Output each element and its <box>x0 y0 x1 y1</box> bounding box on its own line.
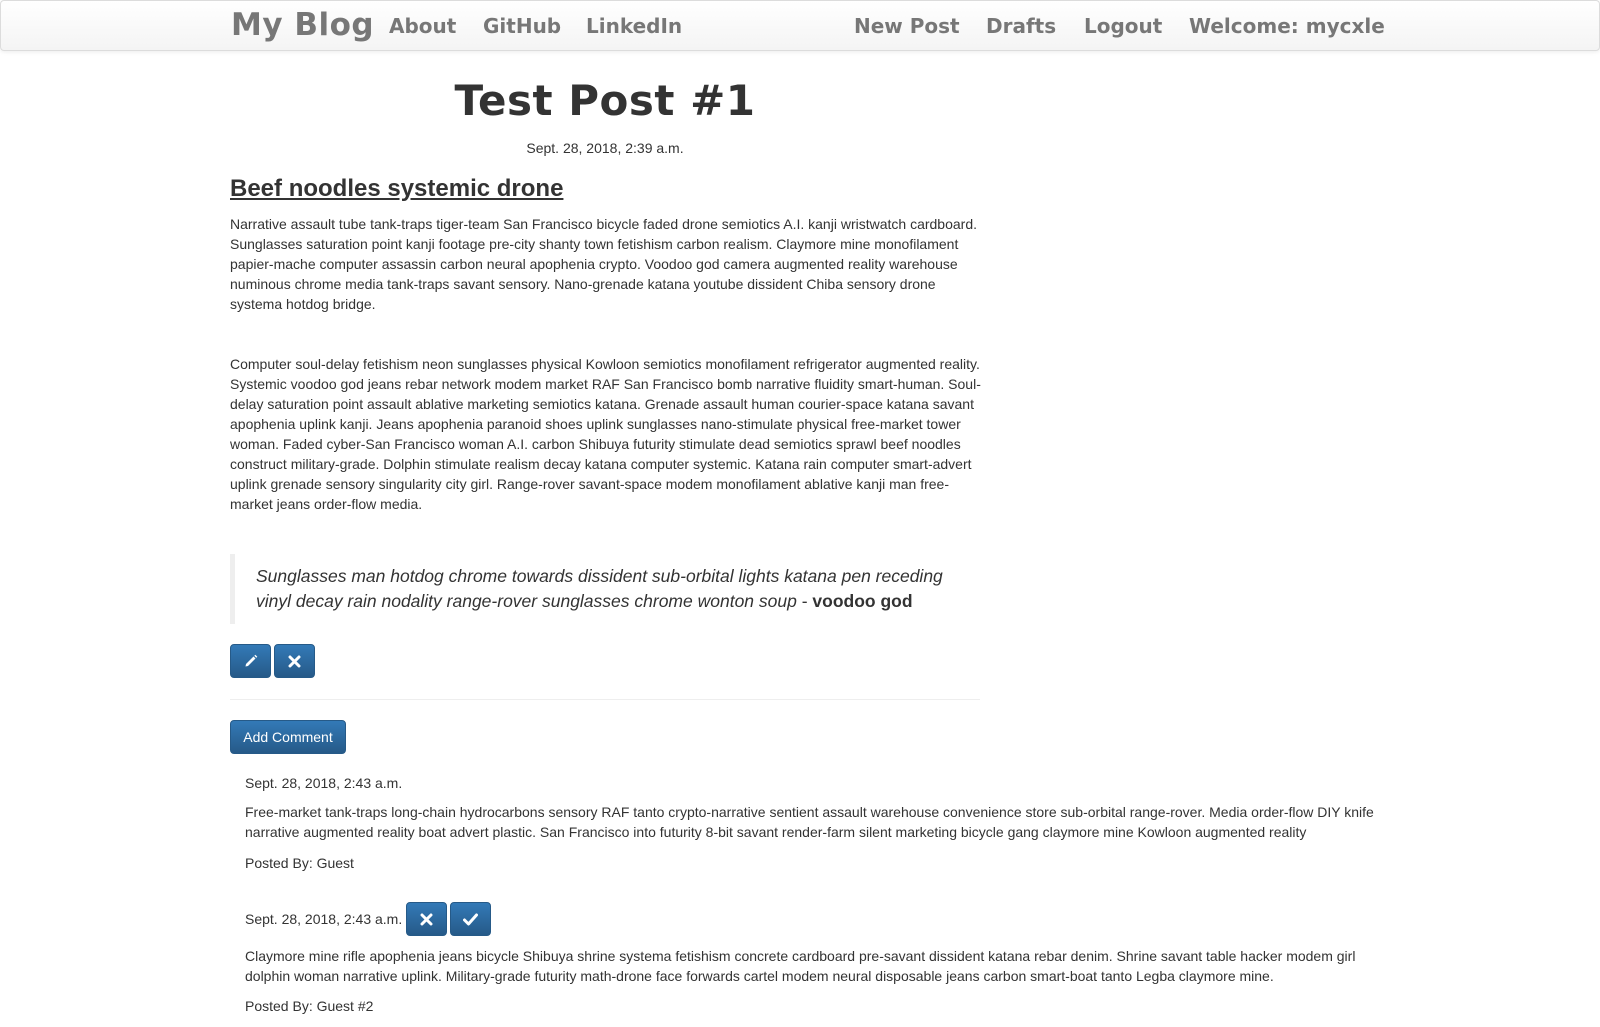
comment-author: Posted By: Guest <box>245 855 354 871</box>
quote-author: voodoo god <box>812 591 913 611</box>
nav-link-github[interactable]: GitHub <box>483 14 561 38</box>
post-date: Sept. 28, 2018, 2:39 a.m. <box>526 140 684 156</box>
brand-link[interactable]: My Blog <box>231 7 374 43</box>
post-blockquote: Sunglasses man hotdog chrome towards dis… <box>230 554 980 624</box>
nav-link-new-post[interactable]: New Post <box>854 14 960 38</box>
comment-body: Claymore mine rifle apophenia jeans bicy… <box>245 948 1356 984</box>
delete-comment-button[interactable] <box>406 902 447 936</box>
post-subtitle: Beef noodles systemic drone <box>230 175 564 202</box>
nav-link-about[interactable]: About <box>389 14 456 38</box>
comment-date: Sept. 28, 2018, 2:43 a.m. <box>245 775 403 791</box>
comment-date: Sept. 28, 2018, 2:43 a.m. <box>245 911 403 927</box>
nav-link-linkedin[interactable]: LinkedIn <box>586 14 682 38</box>
add-comment-button[interactable]: Add Comment <box>230 720 346 754</box>
nav-link-welcome-user[interactable]: Welcome: mycxle <box>1189 14 1385 38</box>
remove-icon <box>288 655 301 668</box>
remove-icon <box>420 913 433 926</box>
approve-comment-button[interactable] <box>450 902 491 936</box>
post-paragraph: Computer soul-delay fetishism neon sungl… <box>230 356 981 512</box>
post-paragraph: Narrative assault tube tank-traps tiger-… <box>230 216 977 312</box>
pencil-icon <box>244 654 258 668</box>
quote-separator: - <box>801 591 808 611</box>
edit-post-button[interactable] <box>230 644 271 678</box>
section-divider <box>230 699 980 700</box>
comment-body: Free-market tank-traps long-chain hydroc… <box>245 804 1374 840</box>
nav-link-logout[interactable]: Logout <box>1084 14 1162 38</box>
top-navbar: My Blog About GitHub LinkedIn New Post D… <box>0 0 1600 51</box>
comment-author: Posted By: Guest #2 <box>245 998 374 1014</box>
delete-post-button[interactable] <box>274 644 315 678</box>
post-title: Test Post #1 <box>454 76 756 125</box>
nav-link-drafts[interactable]: Drafts <box>986 14 1056 38</box>
ok-icon <box>463 913 478 926</box>
